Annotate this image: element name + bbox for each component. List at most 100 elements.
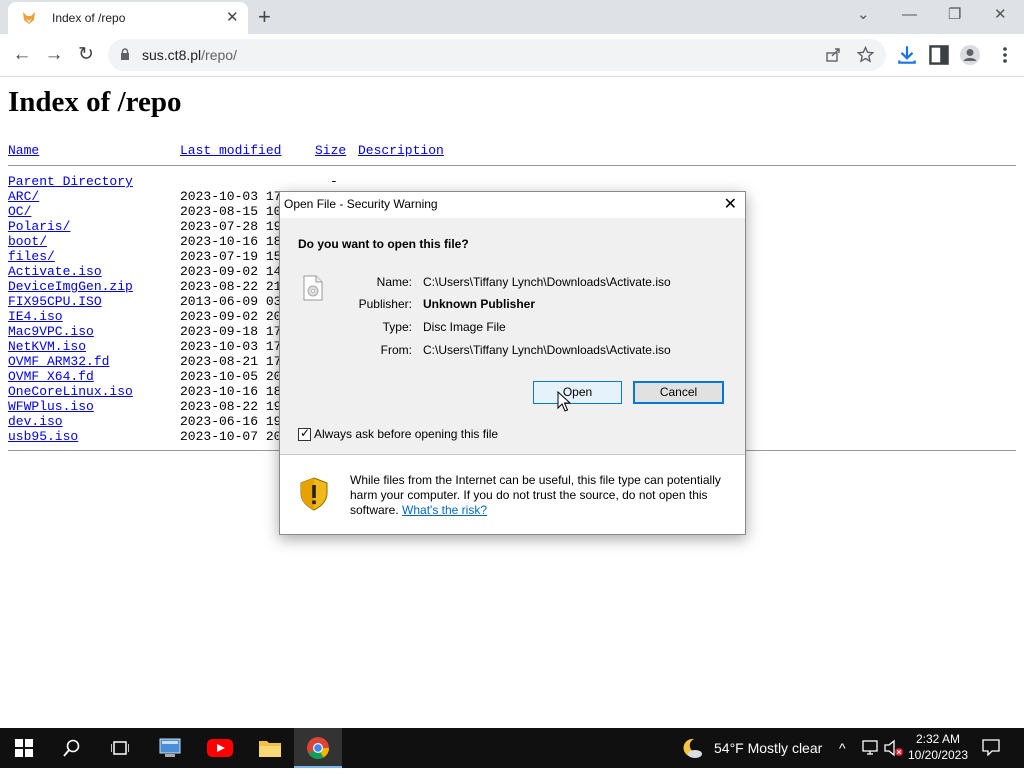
item-date: 2023-10-16 18: <box>180 384 290 399</box>
item-size: - <box>330 174 338 189</box>
reload-button[interactable]: ↻ <box>74 43 98 67</box>
always-ask-checkbox[interactable]: ✓ <box>298 426 311 441</box>
name-label: Name: <box>376 275 412 289</box>
close-tab-icon[interactable]: ✕ <box>226 8 239 28</box>
file-link[interactable]: NetKVM.iso <box>8 339 86 354</box>
lock-icon[interactable] <box>120 48 130 60</box>
new-tab-button[interactable]: + <box>258 4 271 30</box>
folder-icon <box>259 741 281 757</box>
sort-by-modified-link[interactable]: Last modified <box>180 143 281 158</box>
open-button[interactable]: Open <box>533 381 622 404</box>
file-link[interactable]: files/ <box>8 249 55 264</box>
tab-title: Index of /repo <box>52 11 126 25</box>
dialog-question: Do you want to open this file? <box>298 237 469 251</box>
minimize-button[interactable]: — <box>902 4 917 26</box>
item-date: 2023-09-02 20: <box>180 309 290 324</box>
item-date: 2023-10-07 20: <box>180 429 290 444</box>
task-view-button[interactable] <box>96 728 144 768</box>
sort-by-size-link[interactable]: Size <box>315 143 346 158</box>
dialog-close-icon[interactable]: ✕ <box>724 194 737 216</box>
bookmark-star-icon[interactable] <box>857 46 874 63</box>
search-button[interactable] <box>48 728 96 768</box>
taskbar-app-control-panel[interactable] <box>146 728 194 768</box>
sort-by-name-link[interactable]: Name <box>8 143 39 158</box>
side-panel-icon[interactable] <box>928 44 950 66</box>
item-date: 2013-06-09 03: <box>180 294 290 309</box>
dialog-titlebar[interactable]: Open File - Security Warning ✕ <box>280 192 745 218</box>
network-icon[interactable] <box>862 740 880 756</box>
notification-center-icon[interactable] <box>982 738 1000 756</box>
file-link[interactable]: OVMF_ARM32.fd <box>8 354 109 369</box>
url-text[interactable]: sus.ct8.pl/repo/ <box>142 47 237 63</box>
item-date: 2023-07-28 19: <box>180 219 290 234</box>
tab-index-of-repo[interactable]: Index of /repo ✕ <box>8 2 248 34</box>
from-label: From: <box>380 343 412 357</box>
file-link[interactable]: dev.iso <box>8 414 63 429</box>
file-link[interactable]: Mac9VPC.iso <box>8 324 94 339</box>
clock-time: 2:32 AM <box>915 732 961 746</box>
file-link[interactable]: DeviceImgGen.zip <box>8 279 133 294</box>
back-button[interactable]: ← <box>10 43 34 67</box>
file-link[interactable]: Polaris/ <box>8 219 70 234</box>
windows-taskbar: 54°F Mostly clear ^ 2:32 AM 10/20/2023 <box>0 728 1024 768</box>
download-icon[interactable] <box>896 44 918 66</box>
tab-search-icon[interactable]: ⌄ <box>857 4 870 26</box>
item-date: 2023-10-03 17: <box>180 339 290 354</box>
warning-area: While files from the Internet can be use… <box>280 455 745 534</box>
taskbar-app-youtube[interactable] <box>196 728 244 768</box>
item-date: 2023-08-21 17: <box>180 354 290 369</box>
item-date: 2023-10-05 20: <box>180 369 290 384</box>
file-link[interactable]: usb95.iso <box>8 429 78 444</box>
mouse-cursor-icon <box>557 391 571 412</box>
directory-listing-page: Index of /repo Name Last modified Size D… <box>8 86 1016 451</box>
file-link[interactable]: OVMF_X64.fd <box>8 369 94 384</box>
more-menu-icon[interactable] <box>994 44 1016 66</box>
file-link[interactable]: WFWPlus.iso <box>8 399 94 414</box>
security-warning-dialog: Open File - Security Warning ✕ Do you wa… <box>279 191 746 535</box>
item-date: 2023-10-03 17: <box>180 189 290 204</box>
file-link[interactable]: boot/ <box>8 234 47 249</box>
item-date: 2023-07-19 15: <box>180 249 290 264</box>
page-title: Index of /repo <box>8 86 182 118</box>
publisher-value: Unknown Publisher <box>423 297 536 311</box>
start-button[interactable] <box>0 728 48 768</box>
system-clock[interactable]: 2:32 AM 10/20/2023 <box>900 731 976 763</box>
youtube-icon <box>207 739 233 757</box>
control-panel-icon <box>159 738 181 757</box>
close-window-button[interactable]: ✕ <box>994 4 1007 26</box>
listing-header: Name Last modified Size Description <box>8 143 1016 165</box>
file-link[interactable]: IE4.iso <box>8 309 63 324</box>
name-value: C:\Users\Tiffany Lynch\Downloads\Activat… <box>423 275 671 289</box>
forward-button[interactable]: → <box>42 43 66 67</box>
file-listing: Name Last modified Size Description Pare… <box>8 143 1016 451</box>
file-link[interactable]: Activate.iso <box>8 264 102 279</box>
file-link[interactable]: OC/ <box>8 204 31 219</box>
cancel-button[interactable]: Cancel <box>633 381 724 404</box>
windows-logo-icon <box>15 739 33 757</box>
always-ask-label[interactable]: Always ask before opening this file <box>314 427 498 441</box>
parent-directory-link[interactable]: Parent Directory <box>8 174 133 189</box>
file-link[interactable]: OneCoreLinux.iso <box>8 384 133 399</box>
clock-date: 10/20/2023 <box>907 748 969 762</box>
address-bar[interactable]: sus.ct8.pl/repo/ <box>108 39 886 71</box>
taskbar-app-file-explorer[interactable] <box>246 728 294 768</box>
item-date: 2023-06-16 19: <box>180 414 290 429</box>
item-date: 2023-08-22 21: <box>180 279 290 294</box>
search-icon <box>63 739 80 757</box>
file-link[interactable]: ARC/ <box>8 189 39 204</box>
sort-by-description-link[interactable]: Description <box>358 143 444 158</box>
disc-file-icon <box>303 275 323 301</box>
restore-button[interactable]: ❐ <box>948 4 961 26</box>
type-value: Disc Image File <box>423 320 506 334</box>
item-date: 2023-08-22 19: <box>180 399 290 414</box>
item-date: 2023-09-18 17: <box>180 324 290 339</box>
tray-overflow-chevron-icon[interactable]: ^ <box>839 738 846 758</box>
weather-text[interactable]: 54°F Mostly clear <box>714 740 822 756</box>
item-date: 2023-10-16 18: <box>180 234 290 249</box>
chrome-icon <box>307 737 329 759</box>
taskbar-app-chrome[interactable] <box>294 728 342 768</box>
share-icon[interactable] <box>825 47 841 63</box>
profile-avatar-icon[interactable] <box>959 44 981 66</box>
whats-the-risk-link[interactable]: What's the risk? <box>402 503 487 517</box>
file-link[interactable]: FIX95CPU.ISO <box>8 294 102 309</box>
